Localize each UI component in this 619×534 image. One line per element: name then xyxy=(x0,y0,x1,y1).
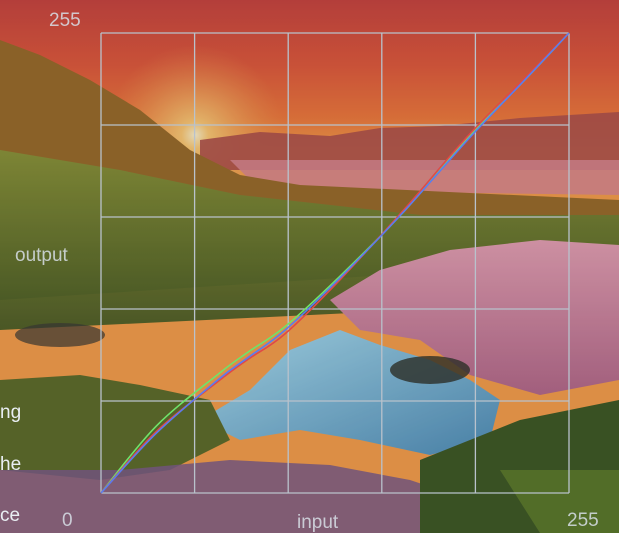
x-axis-label: input xyxy=(297,512,339,533)
curve-red[interactable] xyxy=(100,32,570,494)
curves-lines xyxy=(100,32,570,494)
caption-line-1: ng xyxy=(0,402,22,423)
curve-green[interactable] xyxy=(100,32,570,494)
y-axis-max-label: 255 xyxy=(49,10,81,31)
y-axis-label: output xyxy=(15,245,68,266)
x-axis-min-label: 0 xyxy=(62,510,73,531)
curve-blue[interactable] xyxy=(100,32,570,494)
caption-line-2: he xyxy=(0,454,22,475)
curves-grid xyxy=(100,32,570,494)
x-axis-max-label: 255 xyxy=(567,510,599,531)
caption-line-3: ce xyxy=(0,505,21,526)
curves-graph[interactable] xyxy=(0,0,619,533)
